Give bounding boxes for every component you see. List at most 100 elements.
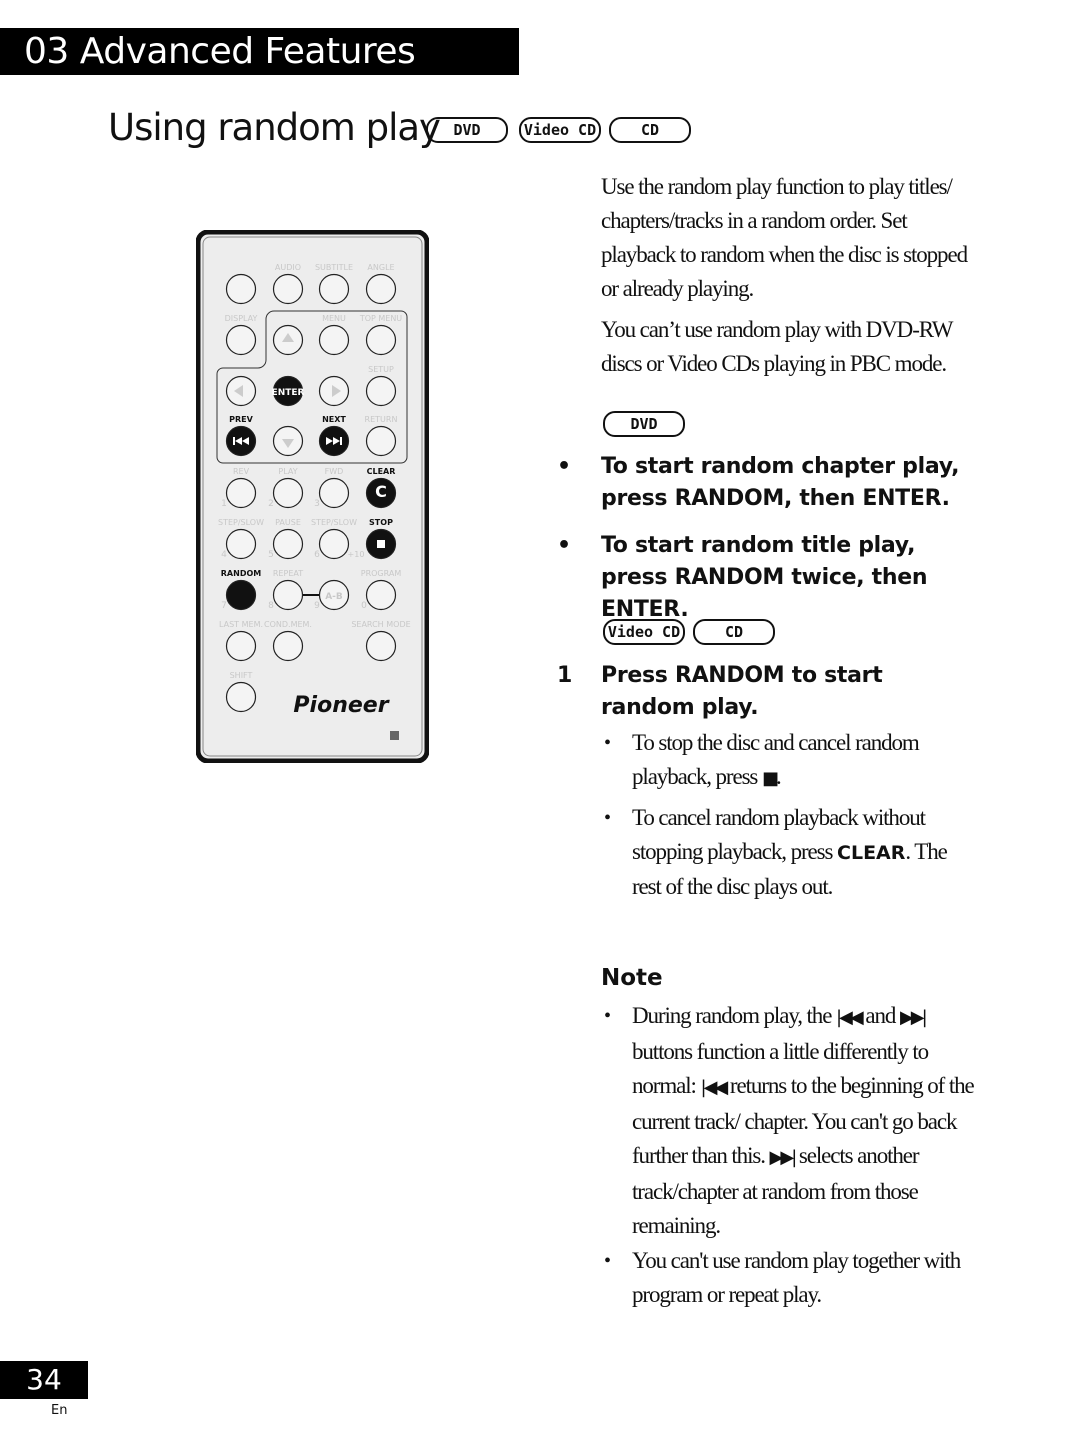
remote-label-menu: MENU	[322, 314, 346, 323]
remote-button-angle	[365, 273, 397, 305]
remote-label-n4: 4	[221, 550, 227, 560]
remote-label-random: RANDOM	[221, 569, 261, 578]
model-mark	[390, 731, 399, 740]
prev-icon: |◀◀	[835, 1007, 864, 1028]
video-cd-badge: Video CD	[519, 117, 601, 143]
remote-button-search-mode	[365, 630, 397, 662]
remote-button-display	[225, 324, 257, 356]
remote-label-cond-mem: COND.MEM.	[264, 620, 312, 629]
prev-icon: |◀◀	[700, 1077, 729, 1098]
text: .	[775, 764, 782, 789]
dvd-bullet-2: • To start random title play, press RANDO…	[557, 530, 981, 626]
stop-icon	[377, 540, 385, 548]
remote-button-top-menu	[365, 324, 397, 356]
remote-label-repeat: REPEAT	[273, 569, 303, 578]
remote-label-last-mem: LAST MEM.	[219, 620, 263, 629]
note-bullet-2: • You can't use random play together with…	[604, 1244, 977, 1312]
next-icon	[340, 437, 342, 445]
dvd-bullet-1: • To start random chapter play, press RAN…	[557, 451, 981, 515]
remote-label-rev: REV	[233, 467, 250, 476]
remote-button-repeat	[272, 579, 304, 611]
remote-label-pause: PAUSE	[275, 518, 301, 527]
remote-label-n5: 5	[268, 550, 274, 560]
cd-badge: CD	[609, 117, 691, 143]
bullet-dot: •	[557, 454, 571, 479]
remote-label-top-menu: TOP MENU	[359, 314, 402, 323]
sub-bullet-2: • To cancel random playback without stopp…	[604, 801, 977, 904]
remote-button-step-slow-back	[225, 528, 257, 560]
cd-badge-2: CD	[693, 619, 775, 645]
prev-icon	[233, 437, 235, 445]
remote-button-program	[365, 579, 397, 611]
remote-button-setup	[365, 375, 397, 407]
remote-label-clear: CLEAR	[367, 467, 396, 476]
remote-button	[225, 273, 257, 305]
bullet-dot: •	[604, 732, 611, 754]
remote-label-setup: SETUP	[368, 365, 394, 374]
remote-label-display: DISPLAY	[225, 314, 258, 323]
remote-label-a-b: A-B	[325, 592, 343, 602]
step-text: Press RANDOM to start random play.	[601, 663, 883, 720]
remote-button-pause	[272, 528, 304, 560]
intro-paragraph-1: Use the random play function to play tit…	[601, 174, 968, 301]
next-icon: ▶▶|	[899, 1007, 928, 1028]
clear-key: CLEAR	[837, 842, 906, 864]
chapter-header: 03 Advanced Features	[0, 28, 519, 75]
bullet-dot: •	[557, 533, 571, 558]
dvd-badge-2: DVD	[603, 411, 685, 437]
remote-button-menu	[318, 324, 350, 356]
remote-label-enter: ENTER	[272, 388, 305, 398]
note-heading: Note	[601, 965, 663, 991]
text: You can't use random play together with …	[632, 1248, 961, 1307]
remote-label-n1: 1	[221, 499, 227, 509]
remote-button-play	[272, 477, 304, 509]
remote-control-illustration: AUDIO SUBTITLE ANGLE DISPLAY MENU TOP MENU ENT…	[196, 230, 429, 763]
sub-bullet-1: • To stop the disc and cancel random play…	[604, 726, 977, 796]
remote-label-step-slow-fwd: STEP/SLOW	[311, 518, 357, 527]
manual-page: 03 Advanced Features Using random play D…	[0, 0, 1080, 1448]
page-number: 34	[0, 1361, 88, 1399]
remote-label-n2: 2	[268, 499, 274, 509]
remote-label-fwd: FWD	[325, 467, 344, 476]
intro-paragraph-2: You can’t use random play with DVD-RW di…	[601, 317, 953, 376]
next-icon: ▶▶|	[769, 1147, 798, 1168]
remote-button-cond-mem	[272, 630, 304, 662]
bullet-text: To start random chapter play, press RAND…	[601, 454, 960, 511]
remote-label-angle: ANGLE	[367, 263, 394, 272]
remote-button-random	[225, 579, 257, 611]
remote-label-n3: 3	[314, 499, 320, 509]
remote-label-n0: 0	[361, 601, 367, 611]
text: During random play, the	[632, 1003, 832, 1028]
bullet-dot: •	[604, 1005, 611, 1027]
remote-label-search-mode: SEARCH MODE	[351, 620, 410, 629]
remote-label-return: RETURN	[365, 415, 398, 424]
step-number: 1	[557, 663, 573, 688]
remote-label-program: PROGRAM	[361, 569, 402, 578]
remote-label-n10: +10	[348, 550, 365, 559]
step-1: 1 Press RANDOM to start random play.	[557, 660, 981, 724]
remote-button-return	[365, 425, 397, 457]
remote-label-n6: 6	[314, 550, 320, 560]
remote-label-next: NEXT	[322, 415, 346, 424]
pioneer-logo: Pioneer	[293, 693, 389, 718]
bullet-dot: •	[604, 1250, 611, 1272]
remote-label-audio: AUDIO	[275, 263, 301, 272]
remote-label-play: PLAY	[278, 467, 297, 476]
remote-label-n9: 9	[314, 601, 320, 611]
remote-button-shift	[225, 681, 257, 713]
remote-button-last-mem	[225, 630, 257, 662]
remote-label-shift: SHIFT	[230, 671, 253, 680]
remote-label-subtitle: SUBTITLE	[315, 263, 353, 272]
page-title: Using random play	[108, 106, 441, 149]
language-code: En	[51, 1403, 68, 1418]
remote-label-prev: PREV	[229, 415, 253, 424]
remote-label-n7: 7	[221, 601, 227, 611]
remote-button-rev	[225, 477, 257, 509]
remote-button-fwd	[318, 477, 350, 509]
bullet-text: To start random title play, press RANDOM…	[601, 533, 928, 622]
note-bullet-1: • During random play, the |◀◀ and ▶▶| but…	[604, 999, 977, 1243]
stop-symbol-icon: ■	[761, 768, 779, 789]
video-cd-badge-2: Video CD	[603, 619, 685, 645]
dvd-badge: DVD	[426, 117, 508, 143]
remote-button-subtitle	[318, 273, 350, 305]
